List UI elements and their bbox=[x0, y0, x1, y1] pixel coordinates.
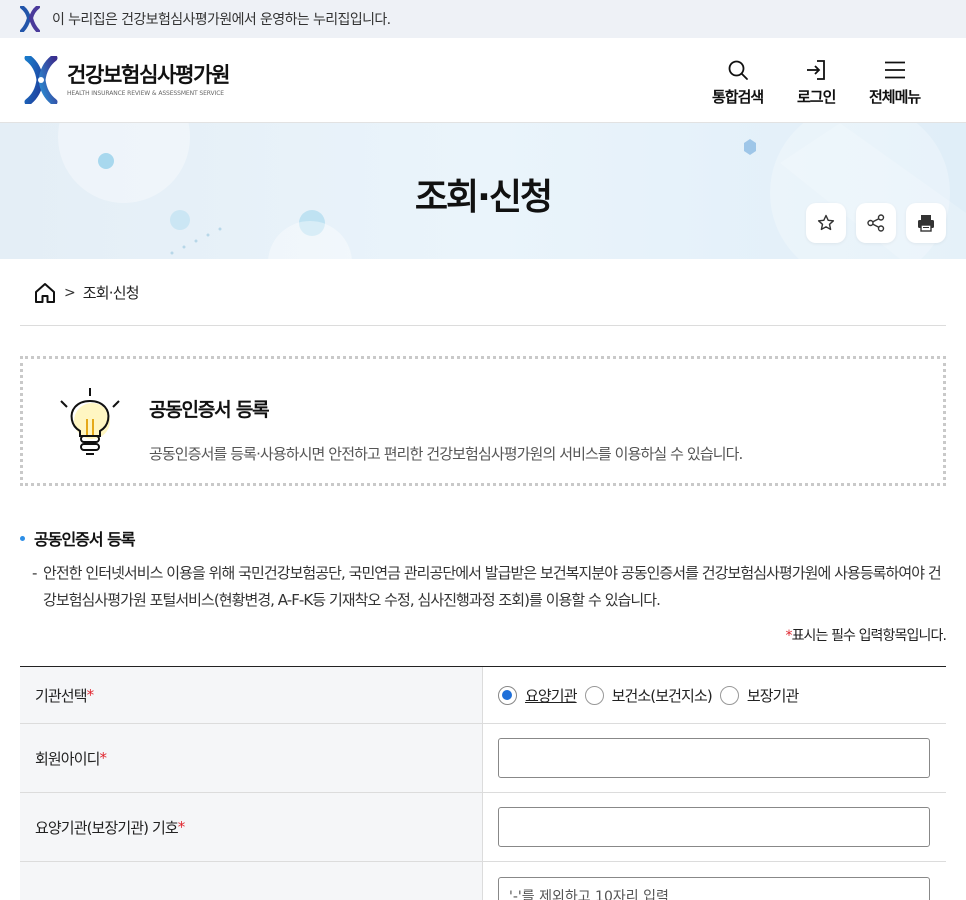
required-note: *표시는 필수 입력항목입니다. bbox=[785, 625, 946, 645]
org-name-en: HEALTH INSURANCE REVIEW & ASSESSMENT SER… bbox=[67, 90, 224, 97]
description-dash: - bbox=[32, 564, 38, 582]
registration-number-input[interactable] bbox=[498, 877, 930, 900]
radio-button[interactable] bbox=[719, 685, 739, 705]
radio-button-checked[interactable] bbox=[498, 685, 517, 705]
fourth-label-cell bbox=[20, 862, 483, 900]
all-menu-button[interactable]: 전체메뉴 bbox=[869, 58, 921, 107]
login-icon bbox=[807, 60, 826, 80]
required-star: * bbox=[99, 749, 107, 767]
info-box-title: 공동인증서 등록 bbox=[149, 399, 270, 421]
lightbulb-icon bbox=[60, 388, 120, 455]
form-row-institution-code: 요양기관(보장기관) 기호 * bbox=[20, 793, 946, 862]
hira-logo-icon bbox=[20, 6, 40, 32]
radio-label: 보건소(보건지소) bbox=[611, 686, 713, 705]
star-icon bbox=[817, 214, 835, 231]
gov-notice-text: 이 누리집은 건강보험심사평가원에서 운영하는 누리집입니다. bbox=[52, 12, 391, 28]
institution-code-cell bbox=[483, 793, 946, 861]
share-icon bbox=[867, 214, 885, 232]
all-menu-label: 전체메뉴 bbox=[869, 88, 921, 106]
breadcrumb-separator: > bbox=[64, 284, 76, 301]
form-row-fourth bbox=[20, 862, 946, 900]
info-box-description: 공동인증서를 등록·사용하시면 안전하고 편리한 건강보험심사평가원의 서비스를… bbox=[149, 445, 743, 463]
institution-code-label: 요양기관(보장기관) 기호 bbox=[35, 818, 179, 837]
required-star: * bbox=[86, 686, 94, 704]
radio-care-institution[interactable]: 요양기관 bbox=[498, 685, 578, 706]
info-box: 공동인증서 등록 공동인증서를 등록·사용하시면 안전하고 편리한 건강보험심사… bbox=[20, 356, 946, 486]
radio-health-center[interactable]: 보건소(보건지소) bbox=[584, 685, 713, 706]
share-button[interactable] bbox=[856, 203, 896, 243]
breadcrumb-current[interactable]: 조회·신청 bbox=[83, 282, 140, 303]
search-icon bbox=[728, 60, 748, 80]
home-icon[interactable] bbox=[34, 282, 56, 304]
radio-label: 보장기관 bbox=[746, 686, 800, 705]
member-id-cell bbox=[483, 724, 946, 792]
required-star: * bbox=[177, 818, 185, 836]
member-id-label-cell: 회원아이디 * bbox=[20, 724, 483, 792]
form-row-institution: 기관선택 * 요양기관 보건소(보건지소) 보장기관 bbox=[20, 667, 946, 724]
institution-code-label-cell: 요양기관(보장기관) 기호 * bbox=[20, 793, 483, 861]
site-header: 건강보험심사평가원 HEALTH INSURANCE REVIEW & ASSE… bbox=[0, 38, 966, 123]
member-id-input[interactable] bbox=[498, 738, 930, 778]
fourth-cell bbox=[483, 862, 946, 900]
description-text: 안전한 인터넷서비스 이용을 위해 국민건강보험공단, 국민연금 관리공단에서 … bbox=[43, 564, 942, 609]
search-button[interactable]: 통합검색 bbox=[712, 58, 764, 107]
section-bullet bbox=[20, 535, 25, 541]
org-name: 건강보험심사평가원 bbox=[67, 63, 230, 87]
member-id-label: 회원아이디 bbox=[35, 749, 100, 768]
institution-label-cell: 기관선택 * bbox=[20, 667, 483, 723]
section-description: - 안전한 인터넷서비스 이용을 위해 국민건강보험공단, 국민연금 관리공단에… bbox=[32, 560, 946, 614]
institution-code-input[interactable] bbox=[498, 807, 930, 847]
print-button[interactable] bbox=[906, 203, 946, 243]
required-note-text: 표시는 필수 입력항목입니다. bbox=[791, 628, 947, 644]
site-logo[interactable]: 건강보험심사평가원 HEALTH INSURANCE REVIEW & ASSE… bbox=[24, 56, 230, 104]
certificate-form: 기관선택 * 요양기관 보건소(보건지소) 보장기관 회원아이디 * 요양기관(… bbox=[20, 666, 946, 900]
bookmark-button[interactable] bbox=[806, 203, 846, 243]
institution-label: 기관선택 bbox=[35, 686, 88, 705]
section-heading: 공동인증서 등록 bbox=[20, 526, 136, 550]
menu-icon bbox=[884, 61, 905, 79]
search-button-label: 통합검색 bbox=[712, 88, 764, 106]
radio-label: 요양기관 bbox=[525, 686, 578, 705]
section-title: 공동인증서 등록 bbox=[34, 530, 136, 549]
login-button-label: 로그인 bbox=[797, 88, 836, 106]
gov-notice-bar: 이 누리집은 건강보험심사평가원에서 운영하는 누리집입니다. bbox=[0, 0, 966, 38]
radio-button[interactable] bbox=[584, 685, 604, 705]
hira-logo-icon bbox=[24, 56, 58, 104]
login-button[interactable]: 로그인 bbox=[797, 58, 836, 107]
form-row-member-id: 회원아이디 * bbox=[20, 724, 946, 793]
institution-radio-group: 요양기관 보건소(보건지소) 보장기관 bbox=[483, 667, 946, 723]
print-icon bbox=[918, 215, 934, 232]
page-hero: 조회·신청 bbox=[0, 123, 966, 259]
breadcrumb: > 조회·신청 bbox=[20, 260, 946, 326]
radio-security-institution[interactable]: 보장기관 bbox=[719, 685, 800, 706]
